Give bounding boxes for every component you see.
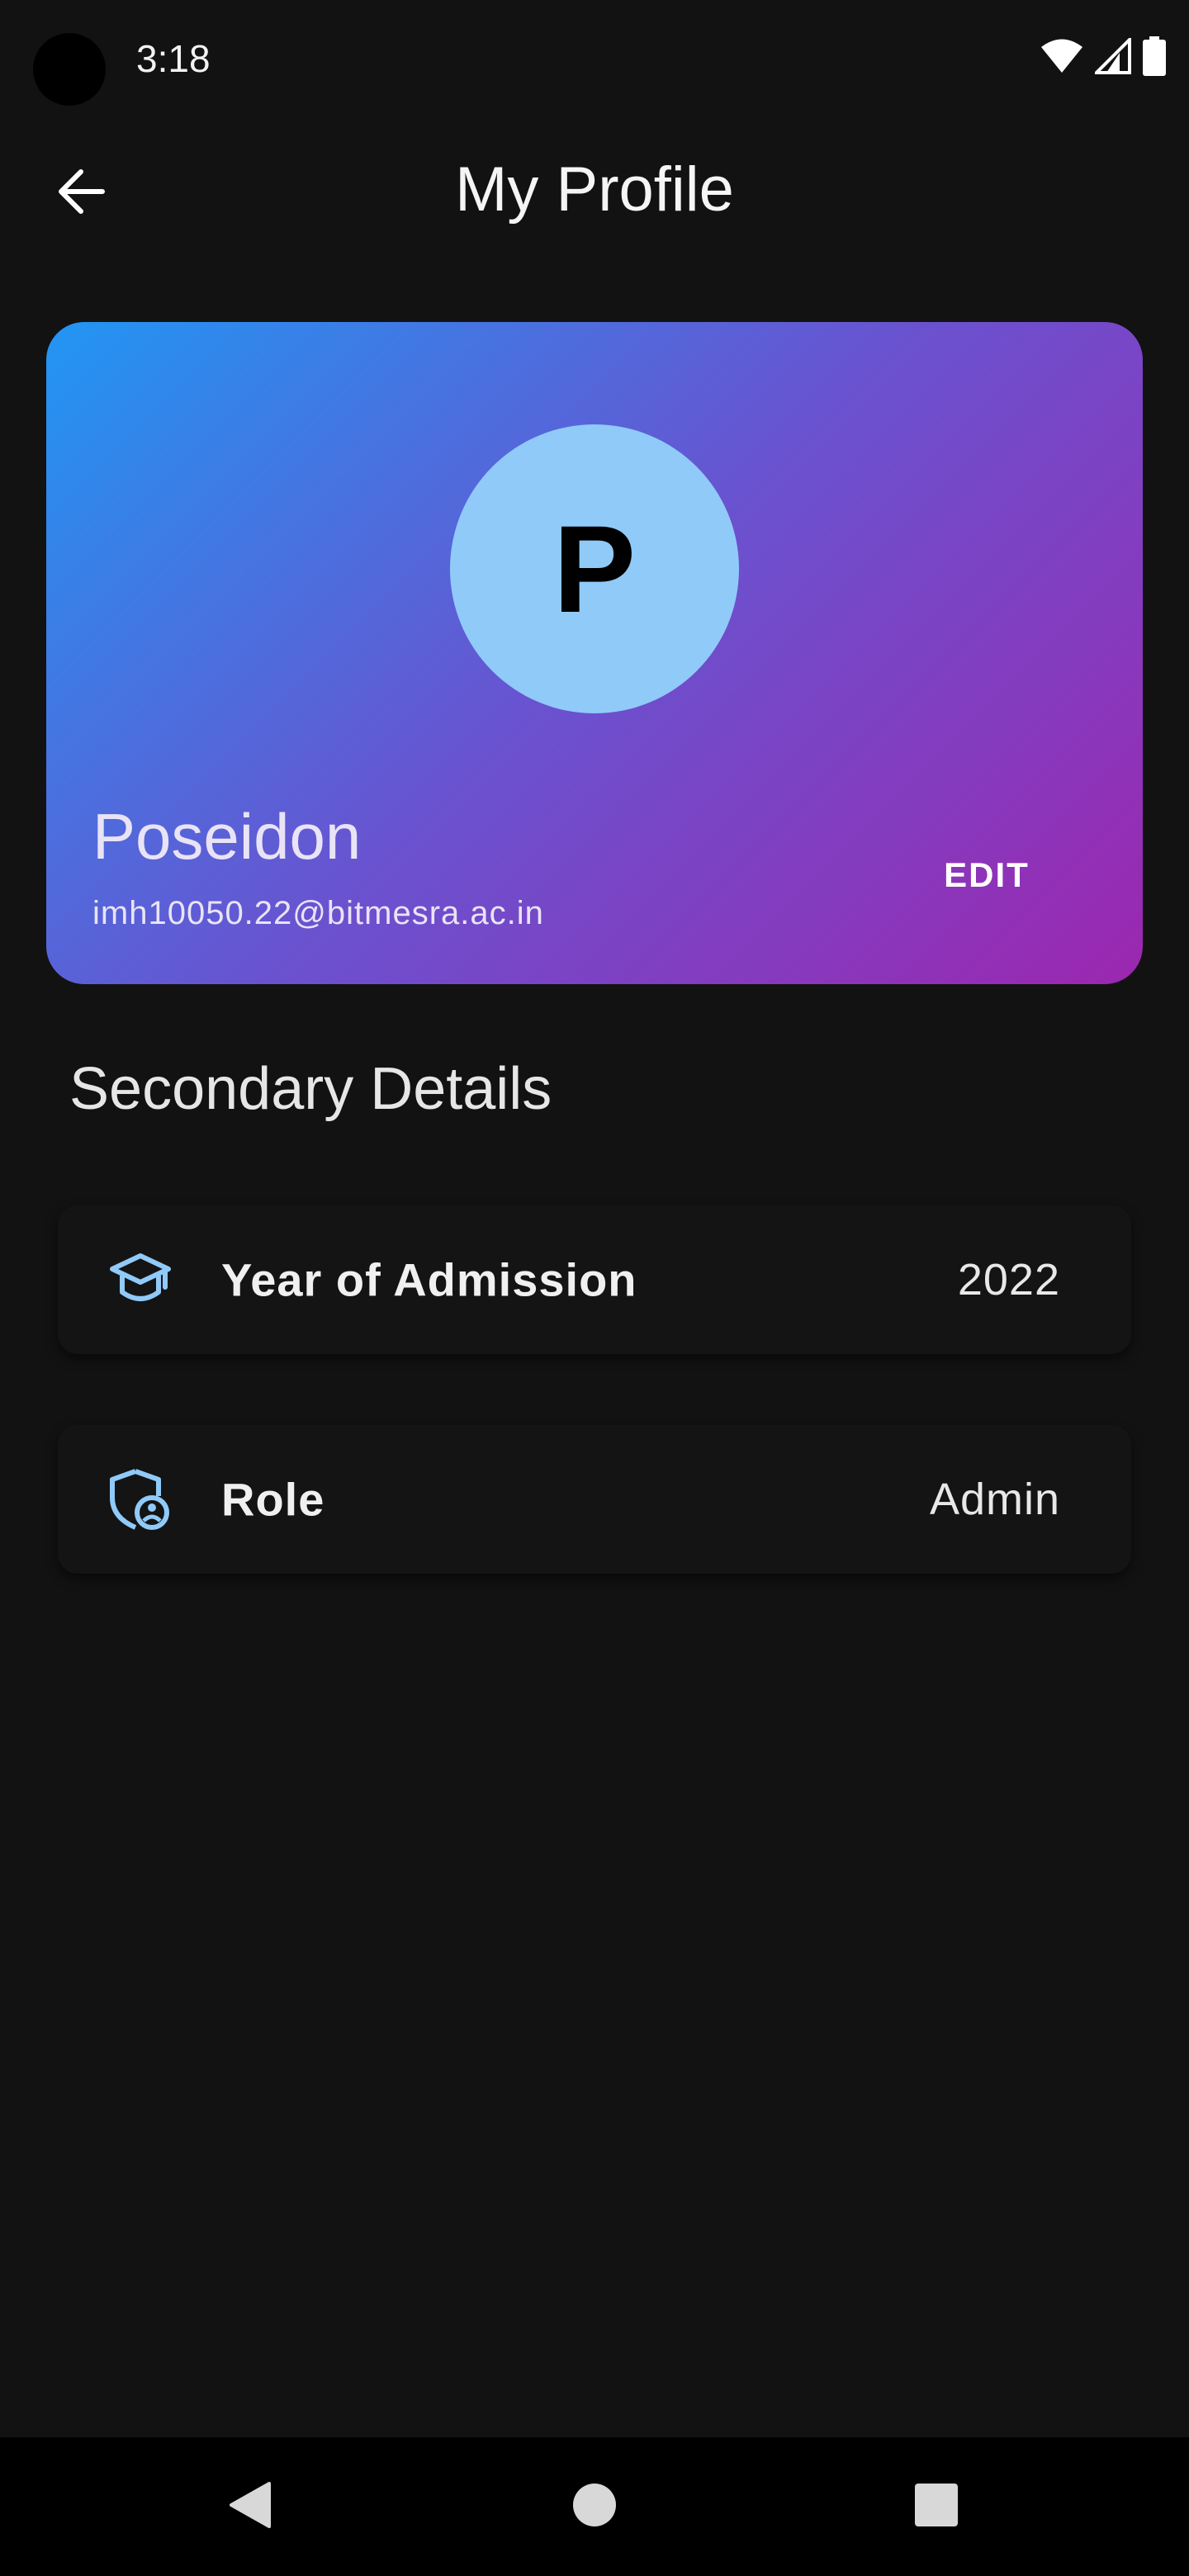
detail-row-role[interactable]: Role Admin <box>58 1425 1131 1574</box>
edit-button[interactable]: EDIT <box>917 834 1057 916</box>
cellular-signal-icon <box>1095 38 1131 74</box>
detail-value: Admin <box>929 1475 1060 1524</box>
nav-back-button[interactable] <box>183 2437 315 2576</box>
battery-icon <box>1143 36 1166 76</box>
shield-user-icon <box>106 1465 175 1534</box>
circle-home-icon <box>571 2482 618 2532</box>
camera-cutout <box>33 33 106 106</box>
status-bar: 3:18 <box>0 0 1189 116</box>
nav-home-button[interactable] <box>528 2437 661 2576</box>
status-icons <box>1040 36 1166 76</box>
app-bar: My Profile <box>0 132 1189 256</box>
detail-label: Year of Admission <box>221 1253 637 1306</box>
detail-value: 2022 <box>957 1255 1060 1305</box>
triangle-back-icon <box>226 2480 272 2534</box>
detail-label: Role <box>221 1473 325 1526</box>
status-time: 3:18 <box>136 37 211 80</box>
detail-row-year-of-admission[interactable]: Year of Admission 2022 <box>58 1205 1131 1354</box>
nav-recents-button[interactable] <box>870 2437 1002 2576</box>
avatar: P <box>450 424 739 713</box>
wifi-icon <box>1040 38 1083 74</box>
user-name: Poseidon <box>92 800 362 873</box>
user-email: imh10050.22@bitmesra.ac.in <box>92 895 544 931</box>
section-title: Secondary Details <box>69 1056 552 1122</box>
graduation-cap-icon <box>106 1245 175 1314</box>
page-title: My Profile <box>455 154 734 225</box>
system-nav-bar <box>0 2437 1189 2576</box>
square-recents-icon <box>913 2482 959 2532</box>
